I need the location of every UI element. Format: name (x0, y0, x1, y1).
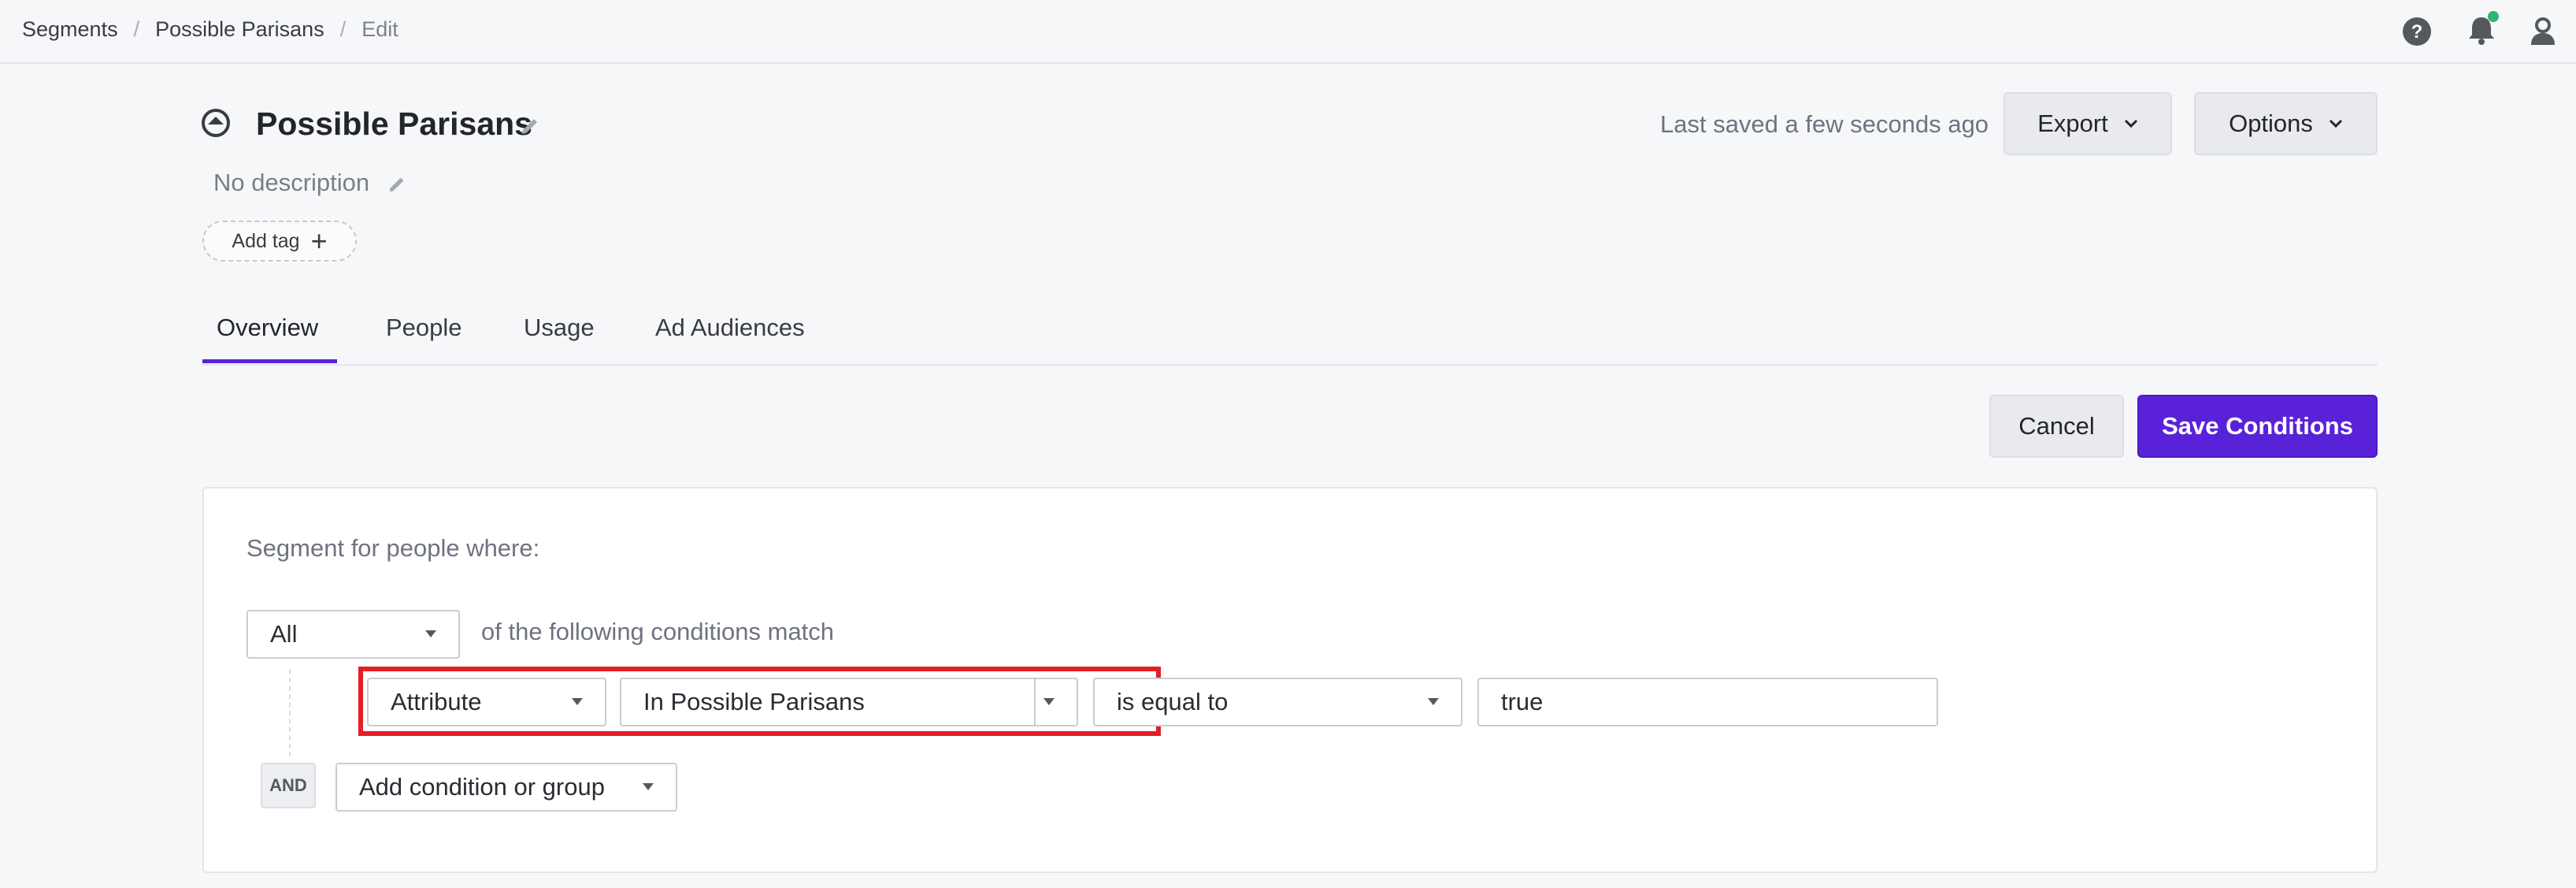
add-condition-label: Add condition or group (359, 773, 605, 801)
breadcrumb-separator: / (133, 17, 140, 41)
select-divider (1034, 679, 1036, 725)
condition-type-select[interactable]: Attribute (367, 678, 606, 726)
plus-icon: + (310, 225, 328, 257)
bell-icon[interactable] (2465, 11, 2500, 47)
condition-property-select[interactable]: In Possible Parisans (620, 678, 1078, 726)
export-button[interactable]: Export (2003, 92, 2172, 155)
add-condition-select[interactable]: Add condition or group (335, 763, 677, 812)
condition-property-value: In Possible Parisans (643, 688, 865, 715)
options-label: Options (2229, 110, 2313, 137)
options-button[interactable]: Options (2194, 92, 2378, 155)
svg-text:?: ? (2411, 21, 2423, 43)
last-saved-status: Last saved a few seconds ago (1660, 110, 1989, 138)
segment-icon (202, 109, 230, 137)
add-tag-button[interactable]: Add tag + (202, 221, 357, 262)
condition-operator-value: is equal to (1117, 688, 1229, 715)
tab-ad-audiences[interactable]: Ad Audiences (655, 314, 805, 342)
condition-tree-line (289, 670, 291, 756)
edit-description-pencil-icon[interactable] (387, 173, 408, 194)
description: No description (213, 169, 370, 196)
condition-type-value: Attribute (391, 688, 482, 715)
breadcrumb-segment-name[interactable]: Possible Parisans (155, 17, 324, 42)
user-icon[interactable] (2528, 17, 2558, 46)
tab-overview[interactable]: Overview (217, 314, 318, 342)
breadcrumb-separator: / (339, 17, 347, 41)
match-mode-select[interactable]: All (246, 610, 460, 659)
notification-dot (2488, 11, 2499, 22)
condition-value-input[interactable]: true (1477, 678, 1938, 726)
conditions-heading: Segment for people where: (246, 534, 540, 562)
caret-down-icon (1428, 698, 1439, 705)
edit-title-pencil-icon[interactable] (520, 114, 542, 136)
caret-down-icon (425, 630, 436, 637)
chevron-down-icon (2329, 119, 2342, 128)
breadcrumb: Segments / Possible Parisans / Edit (22, 17, 398, 42)
match-mode-value: All (270, 620, 298, 648)
export-label: Export (2037, 110, 2108, 137)
active-tab-indicator (202, 359, 337, 363)
cancel-button[interactable]: Cancel (1989, 395, 2124, 458)
help-icon[interactable]: ? (2402, 17, 2432, 46)
add-tag-label: Add tag (232, 229, 300, 252)
save-conditions-button[interactable]: Save Conditions (2137, 395, 2378, 458)
condition-operator-select[interactable]: is equal to (1093, 678, 1462, 726)
page-title: Possible Parisans (256, 106, 532, 142)
caret-down-icon (572, 698, 583, 705)
caret-down-icon (1043, 698, 1054, 705)
breadcrumb-segments[interactable]: Segments (22, 17, 118, 42)
chevron-down-icon (2124, 119, 2137, 128)
tab-bar: Overview People Usage Ad Audiences (202, 304, 2378, 366)
match-description: of the following conditions match (481, 618, 835, 645)
top-icons: ? (2402, 0, 2576, 62)
caret-down-icon (643, 783, 654, 790)
tab-people[interactable]: People (386, 314, 462, 342)
tab-usage[interactable]: Usage (524, 314, 595, 342)
top-bar: Segments / Possible Parisans / Edit (0, 0, 2576, 64)
and-badge: AND (261, 763, 316, 808)
breadcrumb-current: Edit (361, 17, 398, 41)
